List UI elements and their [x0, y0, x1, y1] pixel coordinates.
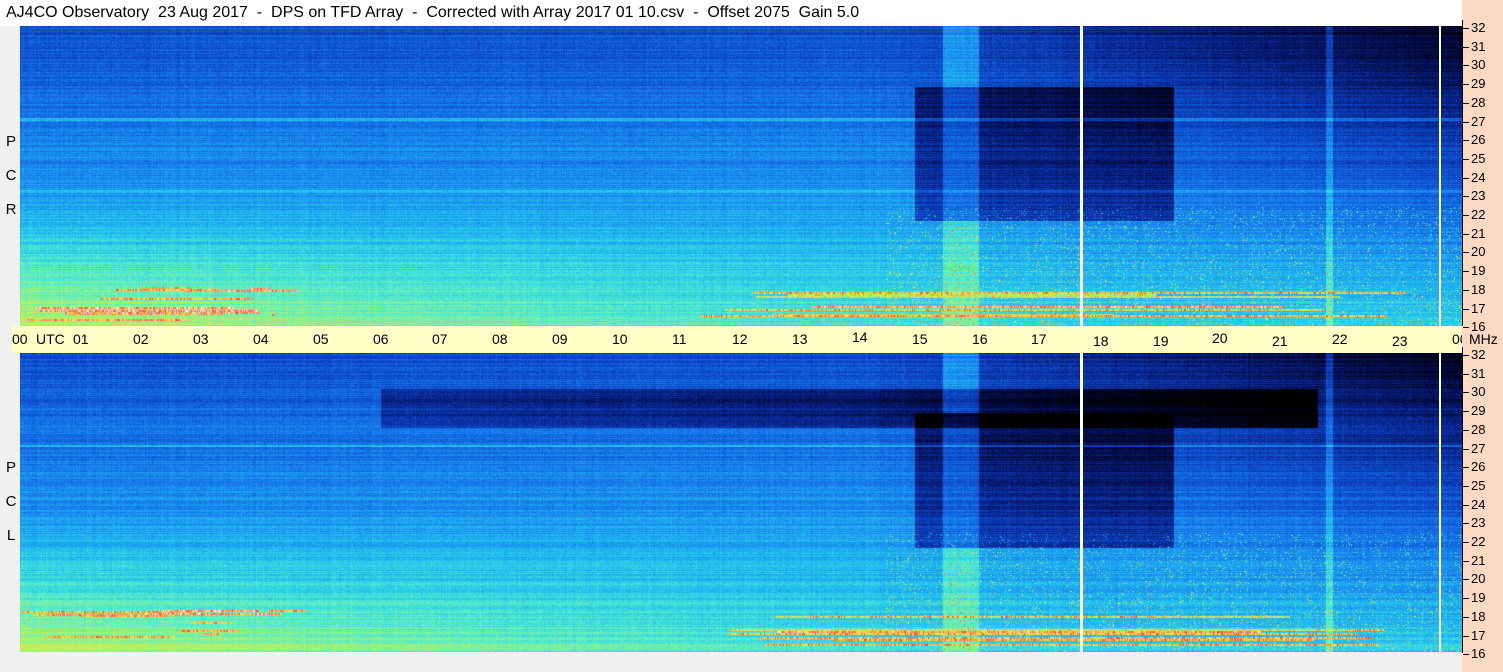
utc-tick-21: 21 [1272, 333, 1288, 349]
utc-tick-08: 08 [492, 331, 508, 347]
utc-tick-03: 03 [193, 331, 209, 347]
utc-tick-17: 17 [1031, 331, 1047, 347]
spectrogram-rcp [20, 26, 1462, 326]
utc-tick-06: 06 [373, 331, 389, 347]
utc-unit-label: UTC [36, 331, 65, 347]
mhz-axis-lcp: 32 31 30 29 28 27 26 25 24 23 22 21 20 19 18 17 16 [1462, 347, 1503, 661]
utc-tick-10: 10 [612, 331, 628, 347]
utc-tick-00: 00 [12, 331, 28, 347]
utc-tick-12: 12 [732, 331, 748, 347]
utc-tick-18: 18 [1093, 333, 1109, 349]
utc-tick-20: 20 [1212, 330, 1228, 346]
utc-tick-22: 22 [1332, 331, 1348, 347]
rcp-label-r: R [5, 201, 17, 218]
utc-tick-19: 19 [1153, 333, 1169, 349]
lcp-label-l: L [6, 527, 16, 544]
end-marker-line [1439, 26, 1441, 326]
utc-axis: 00 UTC 01 02 03 04 05 06 07 08 09 10 11 … [12, 326, 1468, 353]
chart-title: AJ4CO Observatory 23 Aug 2017 - DPS on T… [6, 4, 860, 21]
utc-tick-16: 16 [972, 331, 988, 347]
utc-tick-14: 14 [852, 329, 868, 345]
utc-tick-11: 11 [672, 331, 687, 347]
utc-tick-02: 02 [133, 331, 149, 347]
spectrogram-lcp-canvas [20, 353, 1462, 652]
spectrogram-lcp [20, 353, 1462, 652]
utc-tick-13: 13 [792, 331, 808, 347]
utc-tick-09: 09 [552, 331, 568, 347]
lcp-label-p: P [5, 459, 16, 476]
rcp-label-c: C [5, 167, 17, 184]
end-marker-line [1439, 353, 1441, 652]
mhz-unit-label: MHz [1469, 331, 1498, 347]
spectrogram-rcp-canvas [20, 26, 1462, 326]
title-bar: AJ4CO Observatory 23 Aug 2017 - DPS on T… [0, 0, 1462, 26]
rcp-label-p: P [5, 133, 16, 150]
utc-tick-04: 04 [253, 331, 269, 347]
utc-tick-23: 23 [1392, 333, 1408, 349]
data-gap-line [1080, 26, 1083, 326]
utc-tick-15: 15 [912, 331, 928, 347]
lcp-label-c: C [5, 493, 17, 510]
utc-tick-01: 01 [73, 331, 89, 347]
utc-tick-07: 07 [432, 331, 448, 347]
data-gap-line [1080, 353, 1083, 652]
mhz-axis-rcp: 32 31 30 29 28 27 26 25 24 23 22 21 20 19 18 17 16 [1462, 20, 1503, 334]
utc-tick-05: 05 [313, 331, 329, 347]
